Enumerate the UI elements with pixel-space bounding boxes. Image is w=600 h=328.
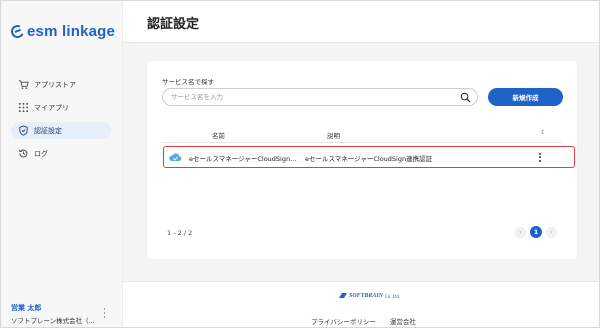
sidebar-item-my-apps[interactable]: マイアプリ [11, 99, 111, 116]
create-new-button[interactable]: 新規作成 [488, 88, 563, 106]
page-header: 認証設定 [123, 1, 599, 43]
sidebar-item-app-store[interactable]: アプリストア [11, 76, 111, 93]
search-label: サービス名で探す [162, 78, 214, 86]
main-content: 認証設定 サービス名で探す 新規作成 名前 説明 ↕ [123, 1, 599, 327]
page-footer: SOFTBRAIN Co.,Ltd. プライバシーポリシー 運営会社 [123, 281, 599, 327]
search-input[interactable] [171, 91, 451, 103]
sidebar-item-label: 認証設定 [34, 126, 62, 135]
sidebar-item-label: アプリストア [34, 80, 76, 89]
column-header-description[interactable]: 説明 [327, 130, 340, 140]
user-profile[interactable]: 営業 太郎 ソフトブレーン株式会社（... · · · [11, 303, 116, 325]
table-row[interactable]: eセールスマネージャーCloudSign... eセールスマネージャーCloud… [163, 146, 575, 168]
cart-icon [17, 79, 29, 91]
shield-icon [17, 125, 29, 137]
sidebar-item-log[interactable]: ログ [11, 145, 111, 162]
user-company: ソフトブレーン株式会社（... [11, 317, 95, 325]
app-window: esm linkage アプリストア マイアプリ 認証設定 ログ 営業 太郎 ソ… [0, 0, 600, 328]
footer-logo-sub: Co.,Ltd. [385, 293, 401, 299]
softbrain-logo: SOFTBRAIN Co.,Ltd. [339, 293, 400, 299]
app-logo[interactable]: esm linkage [9, 23, 116, 40]
table-divider [162, 142, 562, 143]
pagination-range: 1 - 2 / 2 [167, 229, 193, 237]
page-title: 認証設定 [147, 17, 200, 32]
search-box [162, 88, 478, 106]
esm-logo-icon [9, 23, 26, 40]
next-page-button[interactable]: › [546, 226, 557, 238]
user-name: 営業 太郎 [11, 304, 42, 312]
app-logo-text: esm linkage [27, 23, 116, 40]
more-vertical-icon[interactable] [537, 150, 543, 164]
company-link[interactable]: 運営会社 [390, 316, 416, 326]
column-header-name[interactable]: 名前 [212, 130, 225, 140]
cloud-icon [169, 153, 182, 162]
grid-icon [17, 102, 29, 114]
sidebar-item-label: マイアプリ [34, 103, 69, 112]
auth-settings-card: サービス名で探す 新規作成 名前 説明 ↕ eセールスマネ [147, 61, 577, 259]
table-header: 名前 説明 ↕ [162, 128, 562, 140]
footer-logo-text: SOFTBRAIN [349, 293, 384, 299]
history-icon [17, 148, 29, 160]
softbrain-logo-icon [339, 293, 347, 298]
row-description: eセールスマネージャーCloudSign連携認証 [305, 155, 433, 163]
search-icon[interactable] [460, 92, 471, 103]
footer-links: プライバシーポリシー 運営会社 [311, 316, 416, 326]
prev-page-button[interactable]: ‹ [515, 226, 526, 238]
sidebar-item-auth-settings[interactable]: 認証設定 [11, 122, 111, 139]
page-number-button[interactable]: 1 [530, 226, 542, 238]
sidebar-nav: アプリストア マイアプリ 認証設定 ログ [11, 76, 111, 168]
more-vertical-icon[interactable]: · · · [103, 306, 106, 323]
sort-icon[interactable]: ↕ [540, 129, 545, 136]
sidebar: esm linkage アプリストア マイアプリ 認証設定 ログ 営業 太郎 ソ… [1, 1, 123, 327]
row-name: eセールスマネージャーCloudSign... [189, 155, 297, 163]
pagination: ‹ 1 › [515, 226, 557, 238]
privacy-policy-link[interactable]: プライバシーポリシー [311, 316, 376, 326]
sidebar-item-label: ログ [34, 149, 48, 158]
